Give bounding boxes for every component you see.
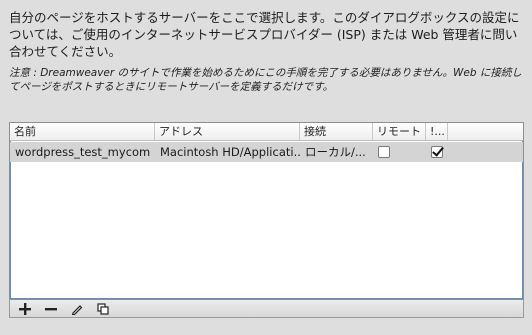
testing-checkbox-cell xyxy=(426,142,448,162)
edit-server-button[interactable] xyxy=(67,301,87,317)
intro-text: 自分のページをホストするサーバーをここで選択します。このダイアログボックスの設定… xyxy=(9,10,520,59)
note-text: 注意 : Dreamweaver のサイトで作業を始めるためにこの手順を完了する… xyxy=(9,67,522,93)
column-header-testing[interactable]: !... xyxy=(426,123,448,140)
server-name-cell: wordpress_test_mycom xyxy=(15,145,151,159)
remote-checkbox-cell xyxy=(373,142,426,162)
column-header-remote[interactable]: リモート xyxy=(373,123,426,140)
table-header: 名前 アドレス 接続 リモート !... xyxy=(10,123,523,141)
testing-checkbox[interactable] xyxy=(431,145,443,158)
minus-icon xyxy=(45,307,57,310)
server-address-cell: Macintosh HD/Applicati... xyxy=(160,145,300,159)
duplicate-icon xyxy=(97,302,109,315)
server-connection-cell: ローカル/... xyxy=(305,145,366,159)
table-row[interactable]: wordpress_test_mycom Macintosh HD/Applic… xyxy=(10,142,523,162)
plus-icon xyxy=(19,302,31,315)
remove-server-button[interactable] xyxy=(41,301,61,317)
duplicate-server-button[interactable] xyxy=(93,301,113,317)
column-header-name[interactable]: 名前 xyxy=(10,123,155,140)
remote-checkbox[interactable] xyxy=(378,145,390,158)
server-toolbar xyxy=(9,300,524,318)
server-table[interactable]: 名前 アドレス 接続 リモート !... wordpress_test_myco… xyxy=(9,122,524,300)
column-header-address[interactable]: アドレス xyxy=(155,123,300,140)
pencil-icon xyxy=(71,304,83,315)
add-server-button[interactable] xyxy=(15,301,35,317)
column-header-connection[interactable]: 接続 xyxy=(300,123,373,140)
